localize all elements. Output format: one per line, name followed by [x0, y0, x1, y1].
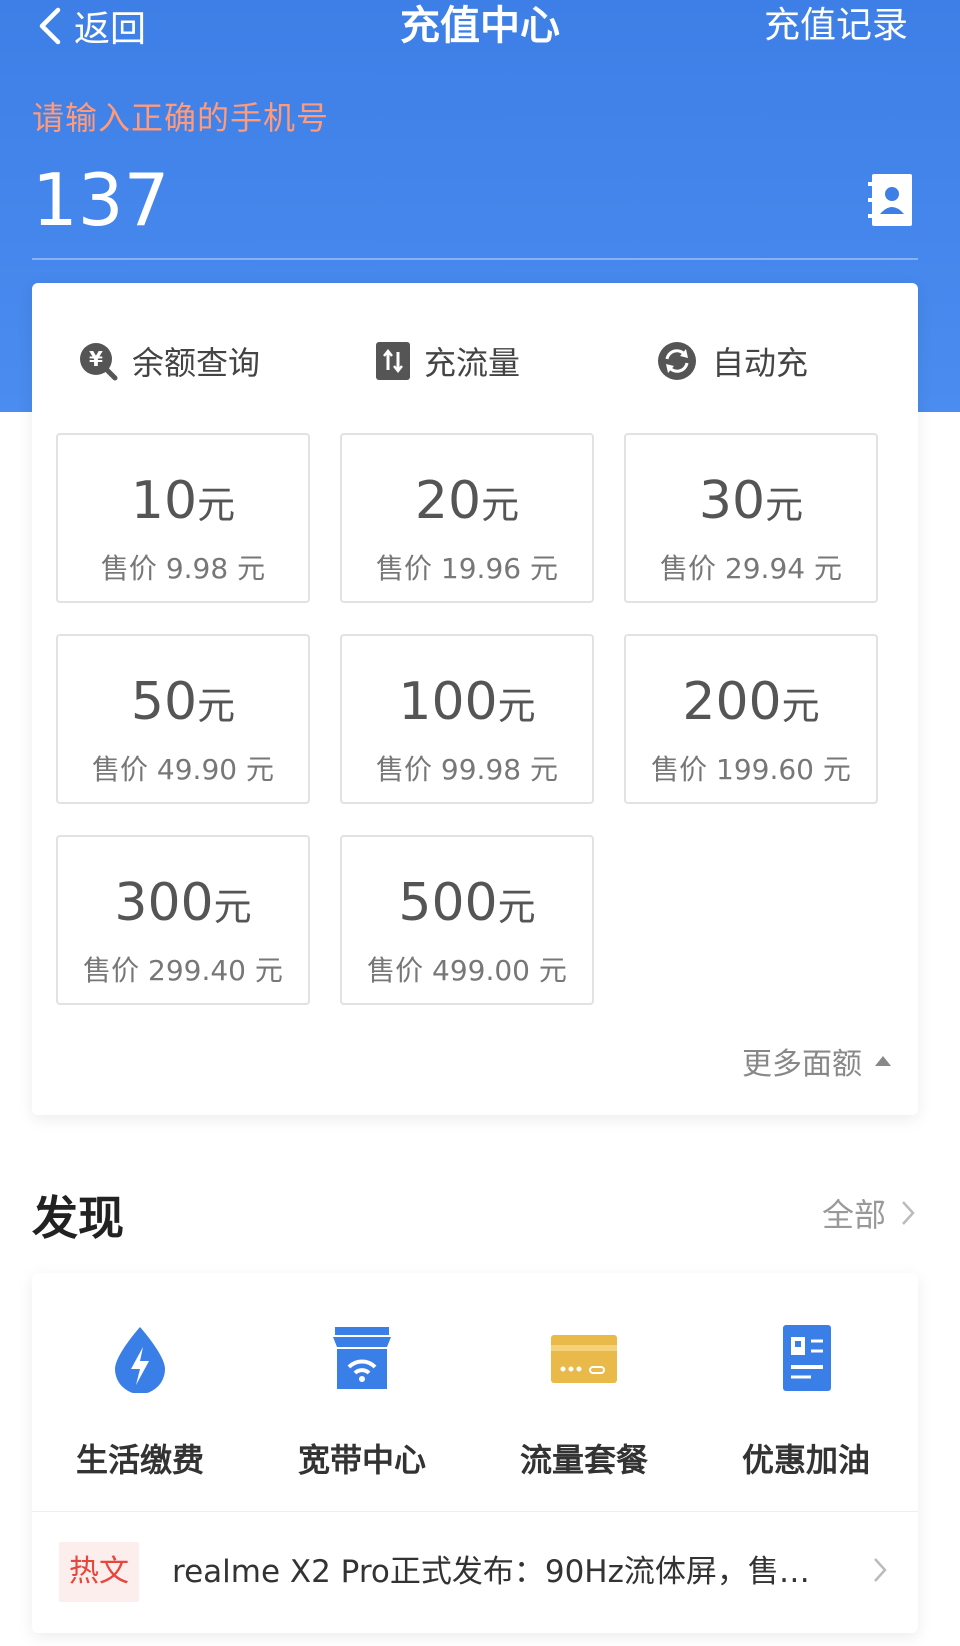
denomination-tile-200[interactable]: 200元 售价 199.60 元 [624, 634, 878, 804]
tile-amount-unit: 元 [481, 483, 520, 527]
news-headline: realme X2 Pro正式发布：90Hz流体屏，售… [172, 1554, 810, 1590]
tile-amount-value: 20 [414, 471, 482, 531]
tile-amount-unit: 元 [213, 885, 252, 929]
tile-amount-value: 500 [398, 873, 498, 933]
balance-query-button[interactable]: ¥ 余额查询 [78, 336, 260, 386]
tile-amount-value: 50 [130, 672, 198, 732]
tile-amount-unit: 元 [781, 684, 820, 728]
yuan-search-icon: ¥ [80, 343, 118, 381]
tile-amount: 20元 [342, 471, 592, 535]
service-broadband[interactable]: 宽带中心 [262, 1323, 462, 1481]
service-label: 流量套餐 [519, 1441, 648, 1479]
denomination-tile-10[interactable]: 10元 售价 9.98 元 [56, 433, 310, 603]
more-label: 更多面额 [742, 1047, 862, 1082]
service-life-payment[interactable]: 生活缴费 [40, 1323, 240, 1481]
back-label: 返回 [74, 9, 147, 50]
chevron-right-icon [902, 1201, 915, 1225]
services-card: 生活缴费 宽带中心 流量套餐 优惠加油 热文 realme X2 Pro正式发布… [32, 1273, 918, 1633]
quick-action-label: 自动充 [712, 344, 809, 382]
data-card-icon [551, 1335, 617, 1383]
tile-amount-value: 10 [130, 471, 198, 531]
tile-amount: 100元 [342, 672, 592, 736]
denomination-tile-100[interactable]: 100元 售价 99.98 元 [340, 634, 594, 804]
refresh-cycle-icon [658, 342, 696, 380]
tile-price: 售价 29.94 元 [660, 552, 842, 585]
tile-amount-unit: 元 [197, 483, 236, 527]
service-data-plan[interactable]: 流量套餐 [484, 1323, 684, 1481]
data-recharge-button[interactable]: 充流量 [376, 336, 520, 386]
tile-price: 售价 49.90 元 [92, 753, 274, 786]
service-label: 优惠加油 [741, 1441, 870, 1479]
tile-amount: 10元 [58, 471, 308, 535]
tile-amount-unit: 元 [497, 684, 536, 728]
phone-input[interactable] [32, 156, 792, 244]
denomination-tile-300[interactable]: 300元 售价 299.40 元 [56, 835, 310, 1005]
discover-title: 发现 [32, 1191, 124, 1245]
recharge-history-link[interactable]: 充值记录 [764, 0, 908, 52]
denomination-tile-50[interactable]: 50元 售价 49.90 元 [56, 634, 310, 804]
hot-badge: 热文 [59, 1542, 139, 1602]
tile-price: 售价 19.96 元 [376, 552, 558, 585]
tile-amount: 200元 [626, 672, 876, 736]
data-transfer-icon [376, 342, 410, 380]
chevron-left-icon [39, 7, 61, 45]
phone-row [32, 150, 918, 260]
chevron-right-icon [874, 1558, 887, 1582]
tile-price: 售价 199.60 元 [651, 753, 851, 786]
gas-station-icon [783, 1325, 831, 1391]
tile-price: 售价 99.98 元 [376, 753, 558, 786]
service-label: 生活缴费 [75, 1441, 204, 1479]
tile-amount-unit: 元 [497, 885, 536, 929]
tile-amount: 500元 [342, 873, 592, 937]
tile-price: 售价 299.40 元 [83, 954, 283, 987]
tile-amount-value: 200 [682, 672, 782, 732]
tile-amount-unit: 元 [765, 483, 804, 527]
tile-amount-unit: 元 [197, 684, 236, 728]
tile-price: 售价 9.98 元 [100, 552, 266, 585]
all-label: 全部 [821, 1196, 886, 1234]
tile-amount: 300元 [58, 873, 308, 937]
denomination-tile-500[interactable]: 500元 售价 499.00 元 [340, 835, 594, 1005]
auto-recharge-button[interactable]: 自动充 [656, 336, 808, 386]
phone-hint: 请输入正确的手机号 [32, 99, 330, 137]
denomination-tile-20[interactable]: 20元 售价 19.96 元 [340, 433, 594, 603]
wifi-store-icon [333, 1327, 391, 1389]
tile-amount: 50元 [58, 672, 308, 736]
hot-news-item[interactable]: 热文 realme X2 Pro正式发布：90Hz流体屏，售… [32, 1512, 918, 1632]
tile-price: 售价 499.00 元 [367, 954, 567, 987]
svg-text:¥: ¥ [89, 347, 103, 371]
tile-amount: 30元 [626, 471, 876, 535]
tile-amount-value: 300 [114, 873, 214, 933]
quick-action-label: 余额查询 [132, 344, 261, 382]
tile-amount-value: 100 [398, 672, 498, 732]
denomination-tile-30[interactable]: 30元 售价 29.94 元 [624, 433, 878, 603]
service-label: 宽带中心 [297, 1441, 426, 1479]
top-nav: 返回 充值中心 充值记录 [0, 0, 960, 52]
discover-all-link[interactable]: 全部 [822, 1190, 916, 1236]
triangle-up-icon [875, 1056, 891, 1066]
tile-amount-value: 30 [698, 471, 766, 531]
recharge-card: ¥ 余额查询 充流量 自动充 10元 售价 9.98 元 20元 售价 19.9… [32, 283, 918, 1115]
back-button[interactable]: 返回 [34, 0, 146, 52]
contacts-icon[interactable] [868, 172, 914, 228]
more-denominations-button[interactable]: 更多面额 [742, 1039, 892, 1083]
service-gas-discount[interactable]: 优惠加油 [706, 1323, 906, 1481]
water-drop-bolt-icon [115, 1327, 165, 1394]
quick-action-label: 充流量 [424, 344, 521, 382]
